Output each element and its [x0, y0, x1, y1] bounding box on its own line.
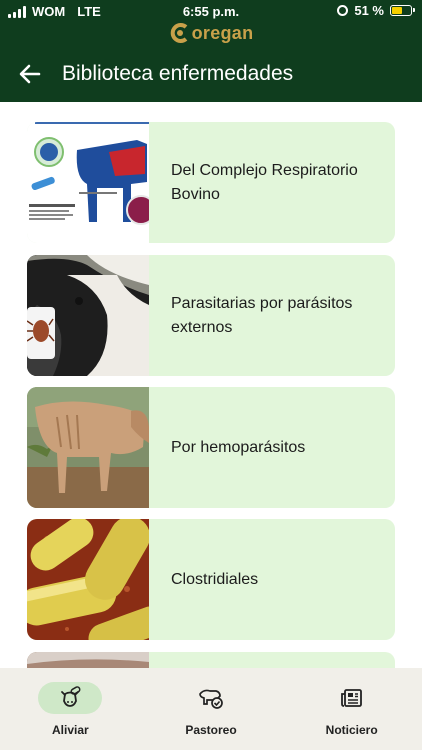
- nav-label: Pastoreo: [185, 723, 237, 737]
- disease-card-parasitos-externos[interactable]: Parasitarias por parásitos externos: [27, 255, 395, 376]
- nav-aliviar[interactable]: Aliviar: [0, 668, 141, 750]
- nav-label: Noticiero: [325, 723, 378, 737]
- arrow-left-icon: [19, 64, 41, 84]
- disease-list[interactable]: Del Complejo Respiratorio Bovino Parasit…: [0, 102, 422, 668]
- alarm-icon: [337, 5, 349, 16]
- logo-text: oregan: [191, 22, 254, 43]
- disease-card-clostridiales[interactable]: Clostridiales: [27, 519, 395, 640]
- nav-noticiero[interactable]: Noticiero: [281, 668, 422, 750]
- nav-active-indicator: [38, 682, 103, 714]
- brand-logo: oregan: [0, 22, 422, 44]
- disease-card-label: [149, 652, 395, 668]
- app-header: WOM LTE 6:55 p.m. 51 % oregan Biblioteca…: [0, 0, 422, 102]
- bacteria-rods-thumbnail: [27, 519, 149, 640]
- logo-mark-icon: [170, 23, 187, 43]
- title-row: Biblioteca enfermedades: [0, 52, 422, 96]
- cow-with-tick-thumbnail: [27, 255, 149, 376]
- bottom-navigation: Aliviar Pastoreo Noticiero: [0, 668, 422, 750]
- status-right: 51 %: [337, 3, 415, 18]
- page-title: Biblioteca enfermedades: [62, 62, 294, 85]
- cow-check-icon: [199, 689, 223, 709]
- disease-card-hemoparasitos[interactable]: Por hemoparásitos: [27, 387, 395, 508]
- battery-percent: 51 %: [354, 3, 384, 18]
- disease-card-label: Clostridiales: [171, 570, 259, 588]
- newspaper-icon: [340, 689, 362, 707]
- respiratory-diagram-thumbnail: [27, 122, 149, 243]
- back-button[interactable]: [14, 58, 46, 90]
- cow-pill-icon: [61, 686, 81, 707]
- disease-card-label: Del Complejo Respiratorio Bovino: [171, 161, 358, 203]
- disease-card-respiratorio[interactable]: Del Complejo Respiratorio Bovino: [27, 122, 395, 243]
- nav-label: Aliviar: [51, 723, 89, 737]
- status-bar: WOM LTE 6:55 p.m. 51 %: [0, 0, 422, 22]
- disease-card-label: Por hemoparásitos: [171, 438, 306, 456]
- disease-card-label: Parasitarias por parásitos externos: [171, 294, 353, 336]
- partial-thumbnail: [27, 652, 149, 668]
- battery-icon: [390, 5, 415, 16]
- nav-pastoreo[interactable]: Pastoreo: [141, 668, 282, 750]
- disease-card-partial[interactable]: [27, 652, 395, 668]
- thin-cow-thumbnail: [27, 387, 149, 508]
